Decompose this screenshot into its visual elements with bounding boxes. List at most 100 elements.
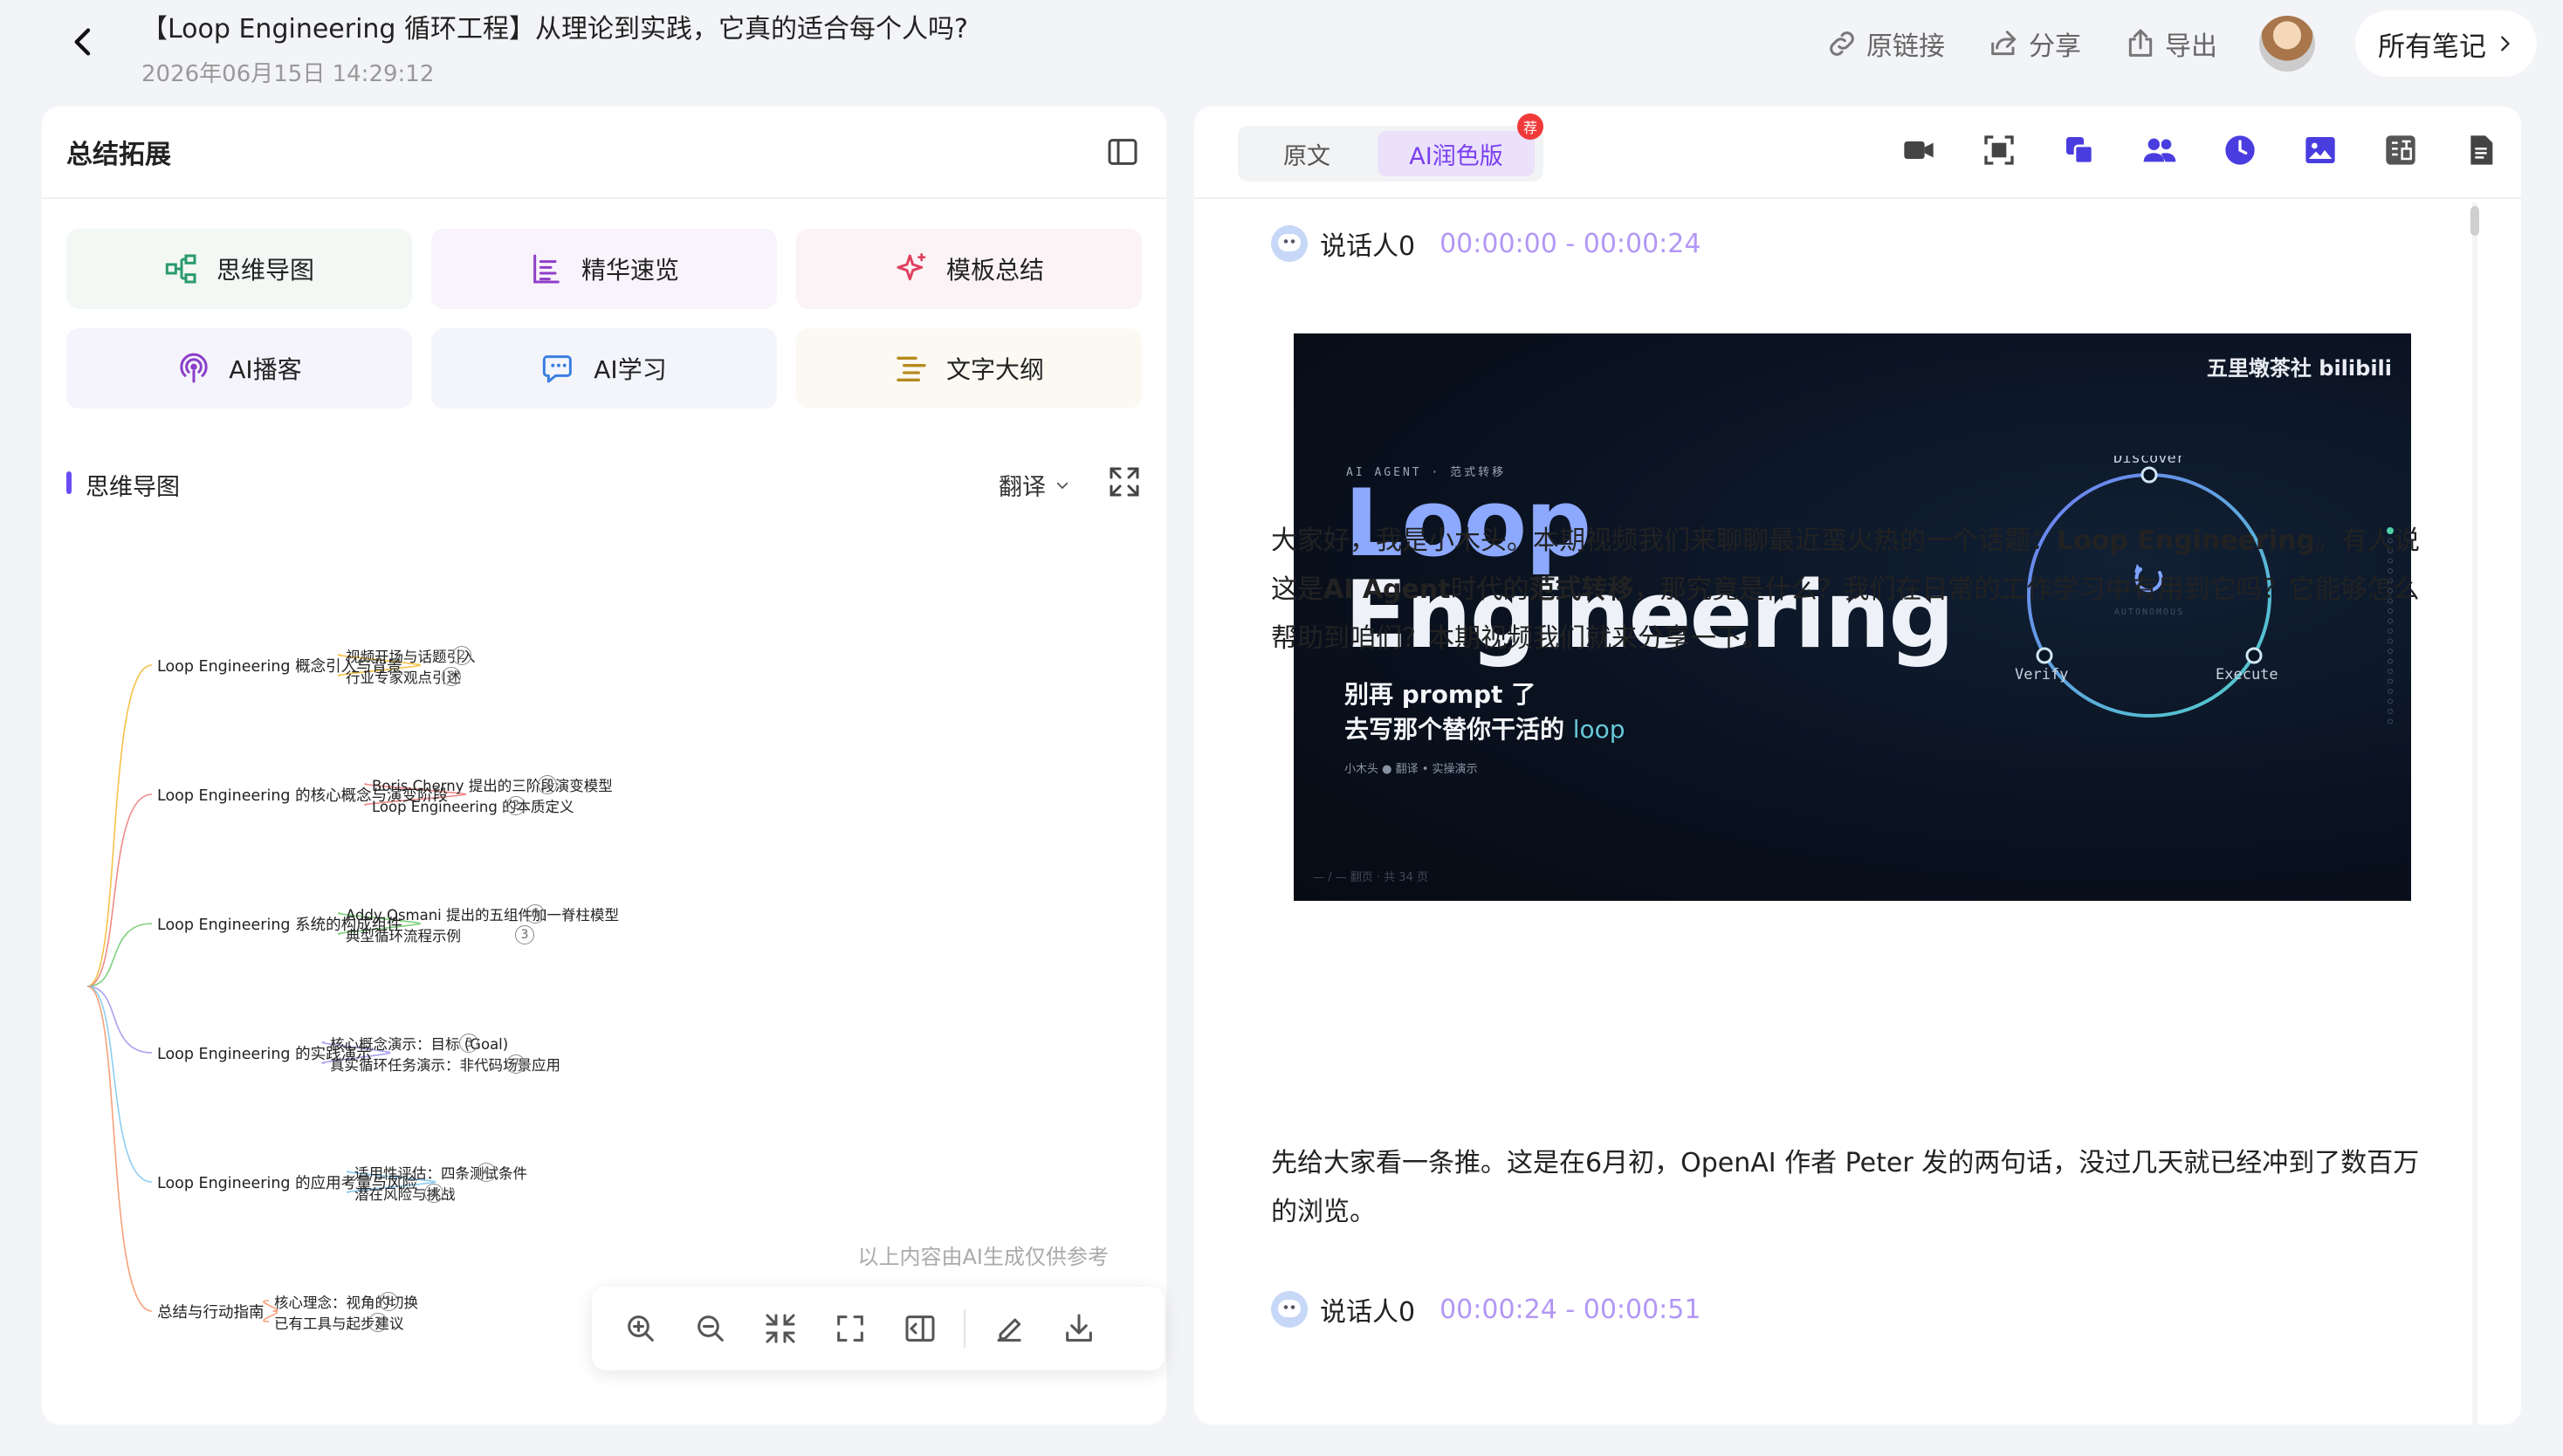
mindmap-subnode[interactable]: 核心概念演示：目标 (Goal): [330, 1033, 508, 1054]
video-subtitle-2-highlight: loop: [1572, 715, 1625, 744]
export-icon: [2128, 29, 2153, 57]
feature-ai-learning[interactable]: AI学习: [431, 328, 777, 409]
copy-icon[interactable]: [2062, 133, 2097, 168]
sparkle-icon: [897, 253, 926, 281]
node-count-badge[interactable]: 2: [452, 646, 471, 665]
translate-label: 翻译: [999, 474, 1046, 501]
chevron-right-icon: [2501, 36, 2510, 52]
node-count-badge[interactable]: 3: [515, 925, 534, 944]
image-icon[interactable]: [2303, 133, 2338, 168]
mindmap-toolbar: [592, 1287, 1165, 1370]
slide-dot: [2388, 678, 2393, 684]
speaker-timestamp[interactable]: 00:00:24 - 00:00:51: [1440, 1295, 1701, 1325]
feature-label: 模板总结: [945, 256, 1044, 285]
source-link-button[interactable]: 原链接: [1824, 24, 1945, 63]
feature-mindmap[interactable]: 思维导图: [66, 229, 412, 309]
mindmap-subnode[interactable]: 真实循环任务演示：非代码场景应用: [330, 1054, 560, 1075]
speakers-icon[interactable]: [2142, 133, 2177, 168]
video-subtitle-1: 别再 prompt 了: [1344, 680, 1536, 709]
transcript-paragraph: 先给大家看一条推。这是在6月初，OpenAI 作者 Peter 发的两句话，没过…: [1271, 1148, 2420, 1227]
transcript-tools: [1901, 133, 2498, 168]
translate-dropdown[interactable]: 翻译: [999, 468, 1070, 502]
node-count-badge[interactable]: 6: [526, 904, 545, 924]
zoom-in-button[interactable]: [606, 1294, 676, 1363]
mindmap-section-title: 思维导图: [86, 474, 180, 501]
mindmap-subnode[interactable]: Loop Engineering 的本质定义: [372, 795, 574, 816]
all-notes-button[interactable]: 所有笔记: [2355, 10, 2537, 77]
node-count-badge[interactable]: 3: [459, 1034, 478, 1053]
list-icon: [533, 254, 560, 284]
speaker-row: 说话人0 00:00:24 - 00:00:51: [1271, 1290, 1701, 1329]
text-run: 时代的: [1450, 574, 1529, 605]
side-panel-button[interactable]: [885, 1294, 955, 1363]
feature-label: AI学习: [594, 355, 667, 384]
node-count-badge[interactable]: 4: [424, 1184, 443, 1203]
transcript-header: 原文 AI润色版 荐: [1194, 106, 2521, 199]
feature-label: 精华速览: [581, 256, 679, 285]
page-title: 【Loop Engineering 循环工程】从理论到实践，它真的适合每个人吗?: [141, 14, 968, 45]
recommend-badge: 荐: [1517, 113, 1543, 140]
mindmap-subnode[interactable]: Boris Cherny 提出的三阶段演变模型: [372, 774, 613, 795]
collapse-button[interactable]: [746, 1294, 815, 1363]
mindmap-subnode[interactable]: 适用性评估：四条测试条件: [354, 1162, 527, 1183]
mindmap-subnode[interactable]: Addy Osmani 提出的五组件加一脊柱模型: [346, 903, 619, 924]
feature-ai-podcast[interactable]: AI播客: [66, 328, 412, 409]
node-count-badge[interactable]: 3: [442, 667, 461, 686]
fullscreen-button[interactable]: [815, 1294, 885, 1363]
collapse-icon: [766, 1314, 795, 1343]
summary-panel: 总结拓展 思维导图 精华速览 模板总结 AI播客 AI学习 文字大纲 思维导图 …: [42, 106, 1166, 1425]
user-avatar[interactable]: [2259, 16, 2315, 72]
podcast-icon: [180, 353, 208, 383]
text-run: 大家好，我是小木头。本期视频我们来聊聊最近蛮火热的一个话题：: [1271, 525, 2057, 556]
all-notes-label: 所有笔记: [2378, 31, 2486, 63]
mindmap-header: 思维导图 翻译: [66, 464, 1142, 508]
feature-highlights[interactable]: 精华速览: [431, 229, 777, 309]
speaker-timestamp[interactable]: 00:00:00 - 00:00:24: [1440, 229, 1701, 259]
node-count-badge[interactable]: 2: [506, 796, 526, 815]
tab-original[interactable]: 原文: [1243, 131, 1371, 176]
video-camera-icon[interactable]: [1901, 133, 1936, 168]
pen-icon: [997, 1318, 1021, 1342]
node-count-badge[interactable]: 4: [477, 1163, 496, 1182]
tab-ai-polished[interactable]: AI润色版: [1378, 131, 1535, 176]
transcript-scrollbar[interactable]: [2469, 203, 2481, 1425]
scroll-thumb[interactable]: [2470, 206, 2479, 236]
node-count-badge[interactable]: 3: [368, 1313, 388, 1332]
share-button[interactable]: 分享: [1987, 24, 2081, 63]
transcript-paragraph: 大家好，我是小木头。本期视频我们来聊聊最近蛮火热的一个话题：Loop Engin…: [1271, 517, 2444, 663]
clock-icon[interactable]: [2223, 133, 2257, 168]
transcript-panel: 原文 AI润色版 荐 说话人0 00:00:00 - 00:00:24 五里墩茶…: [1194, 106, 2521, 1425]
back-button[interactable]: [61, 19, 107, 65]
feature-template-summary[interactable]: 模板总结: [796, 229, 1142, 309]
slide-dot: [2388, 689, 2393, 694]
export-button[interactable]: 导出: [2123, 24, 2217, 63]
node-count-badge[interactable]: 3: [538, 775, 557, 794]
feature-label: 思维导图: [216, 256, 314, 285]
expand-icon[interactable]: [1107, 464, 1142, 499]
summary-title: 总结拓展: [66, 140, 171, 170]
feature-text-outline[interactable]: 文字大纲: [796, 328, 1142, 409]
zoom-in-icon: [628, 1315, 654, 1342]
sidebar-toggle-icon[interactable]: [1105, 134, 1140, 169]
edit-button[interactable]: [974, 1294, 1044, 1363]
zoom-out-button[interactable]: [676, 1294, 746, 1363]
download-button[interactable]: [1044, 1294, 1114, 1363]
speaker-avatar: [1271, 225, 1308, 262]
fullscreen-icon: [837, 1315, 863, 1342]
export-label: 导出: [2165, 31, 2217, 62]
mindmap-subnode[interactable]: 典型循环流程示例: [346, 924, 461, 945]
node-count-badge[interactable]: 7: [506, 1054, 526, 1074]
document-icon[interactable]: [2463, 133, 2498, 168]
page-datetime: 2026年06月15日 14:29:12: [141, 61, 435, 87]
translate-icon[interactable]: [2383, 133, 2418, 168]
screenshot-icon[interactable]: [1982, 133, 2017, 168]
mindmap-branch[interactable]: 总结与行动指南: [157, 1301, 265, 1322]
mindmap-icon: [165, 254, 196, 284]
speaker-row: 说话人0 00:00:00 - 00:00:24: [1271, 224, 1701, 263]
node-count-badge[interactable]: 1: [379, 1292, 398, 1311]
outline-icon: [897, 356, 926, 381]
scroll-track: [2472, 203, 2477, 1425]
top-bar: 【Loop Engineering 循环工程】从理论到实践，它真的适合每个人吗?…: [0, 0, 2563, 103]
share-label: 分享: [2029, 31, 2081, 62]
mindmap-canvas[interactable]: Loop Engineering 概念引入与背景 视频开场与话题引入 2 行业专家观点…: [42, 595, 1166, 1346]
